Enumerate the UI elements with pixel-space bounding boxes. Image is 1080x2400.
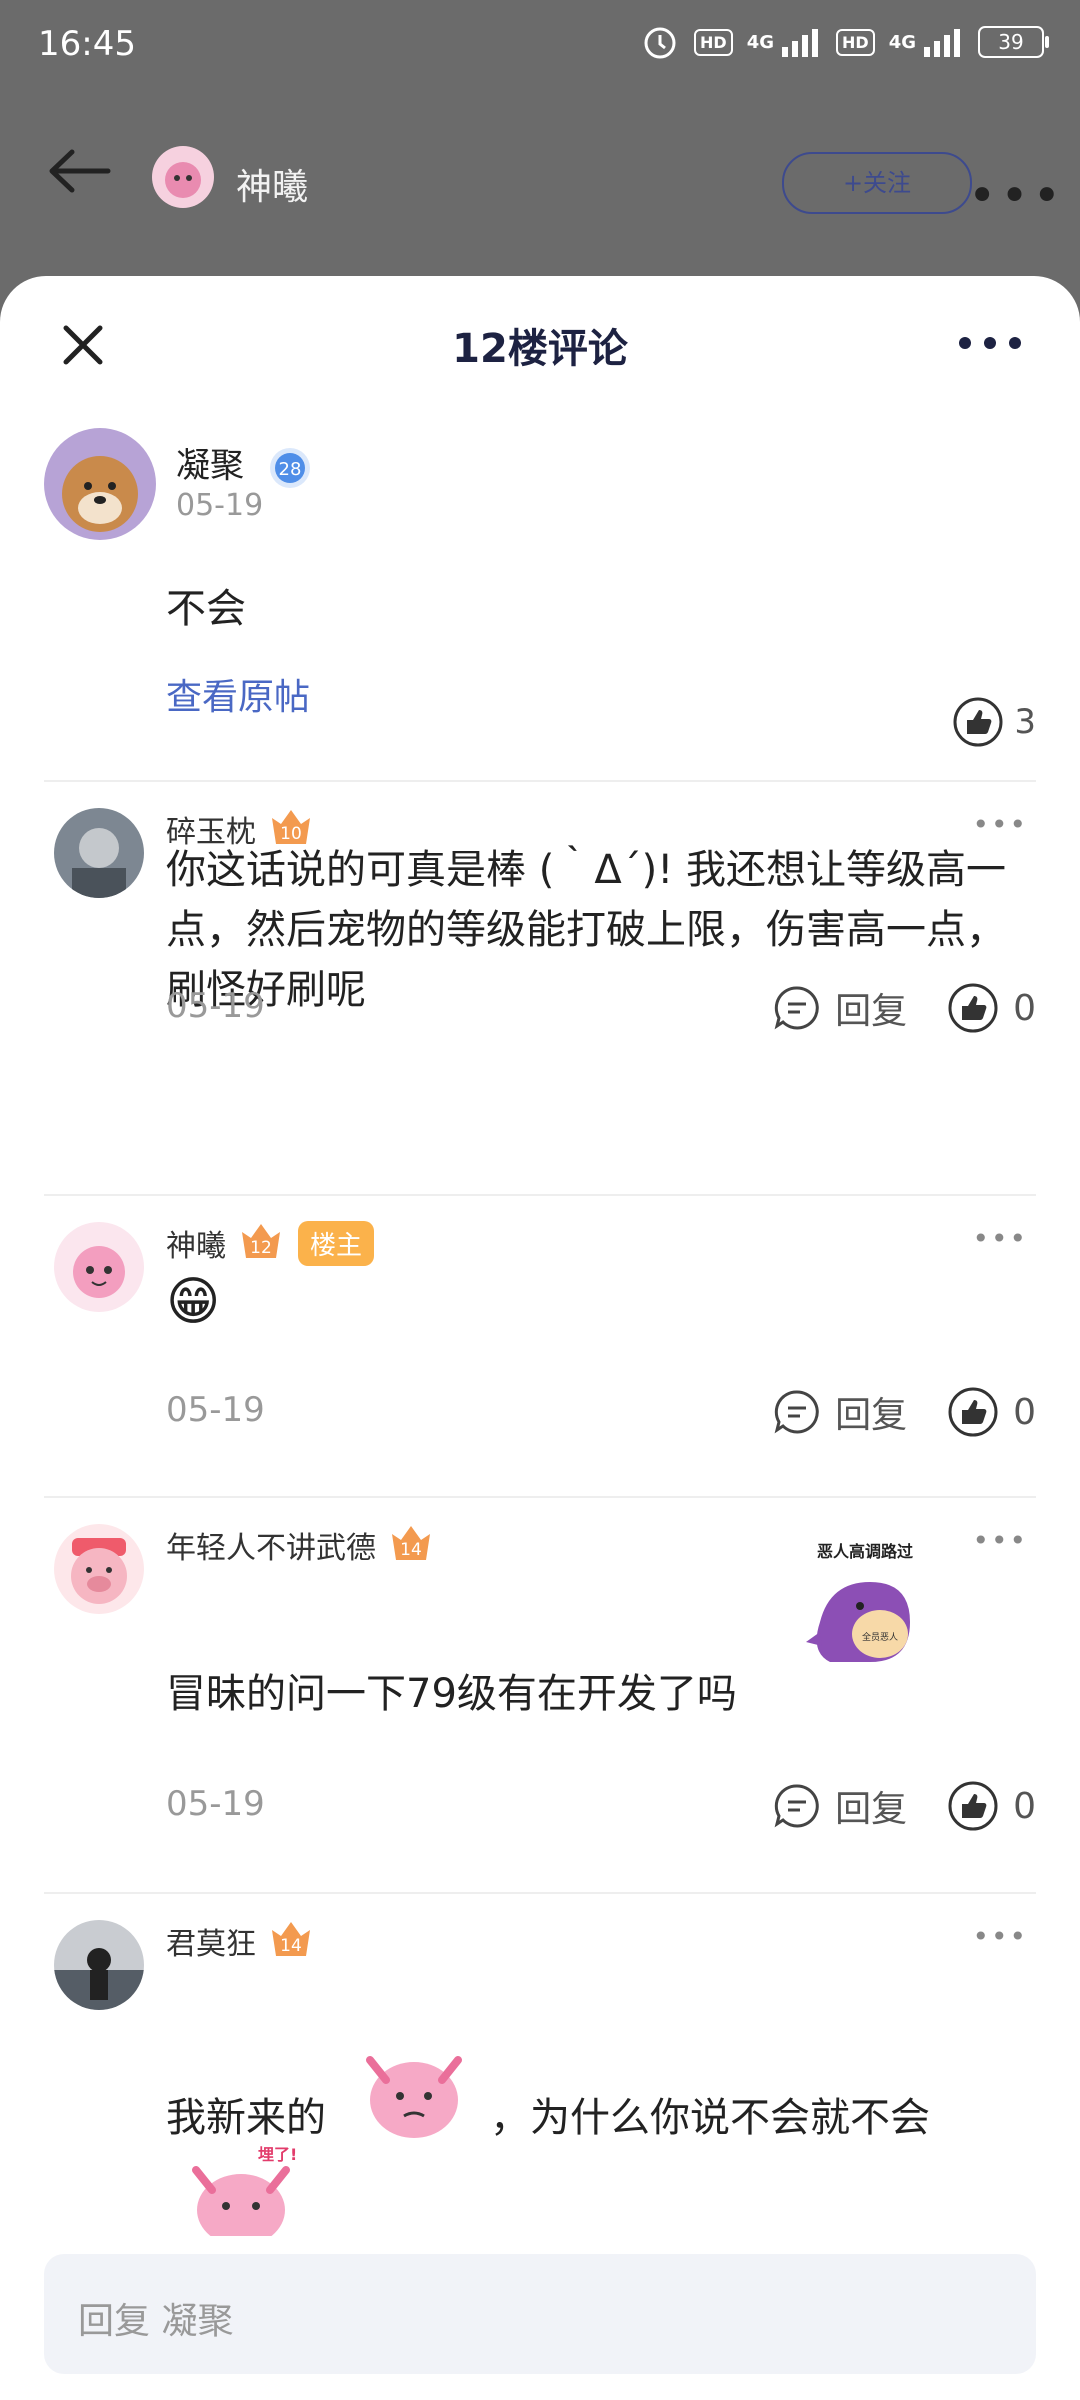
battery-icon: 39 [978, 26, 1049, 58]
sheet-title: 12楼评论 [452, 326, 628, 372]
avatar[interactable] [54, 1222, 144, 1312]
hd-icon-2: HD [836, 28, 875, 56]
reply-actions: 回复 0 [733, 1780, 1036, 1832]
user-name[interactable]: 年轻人不讲武德 14 [166, 1522, 434, 1568]
reply-item: 碎玉枕 10 ••• 你这话说的可真是棒 (｀Δ´)! 我还想让等级高一点，然后… [0, 782, 1080, 1048]
svg-text:14: 14 [400, 1540, 422, 1560]
svg-text:28: 28 [278, 459, 301, 480]
status-time: 16:45 [38, 24, 136, 64]
more-icon[interactable]: ••• [968, 168, 1065, 224]
reply-date: 05-19 [166, 1784, 265, 1824]
thumbs-up-icon [948, 983, 998, 1033]
reply-more-icon[interactable]: ••• [972, 1222, 1028, 1255]
reply-item: 神曦 12 楼主 ••• 😁 05-19 回复 0 [0, 1196, 1080, 1496]
comment-sheet: 12楼评论 凝聚 28 05-19 不会 查看原帖 3 碎玉枕 10 ••• 你… [0, 276, 1080, 2400]
thumbs-up-icon [953, 697, 1003, 747]
like-button[interactable]: 0 [947, 1386, 1036, 1438]
reply-text: 冒昧的问一下79级有在开发了吗 [166, 1671, 737, 1717]
reply-icon [774, 986, 819, 1030]
hd-icon: HD [694, 28, 733, 56]
thumbs-up-icon [948, 1387, 998, 1437]
level-badge-icon: 28 [267, 445, 313, 491]
reply-button[interactable]: 回复 [773, 1780, 907, 1832]
reply-date: 05-19 [166, 1390, 265, 1430]
avatar[interactable] [54, 1920, 144, 2010]
status-bar: 16:45 HD 4G HD 4G 39 [0, 0, 1080, 96]
alarm-icon [644, 27, 676, 59]
sheet-header: 12楼评论 [0, 276, 1080, 406]
level-badge-icon: 12 [238, 1220, 284, 1266]
main-comment: 凝聚 28 05-19 不会 查看原帖 3 [0, 406, 1080, 780]
axolotl-sticker-2: 埋了! [176, 2130, 306, 2246]
reply-emoji: 😁 [166, 1272, 221, 1332]
reply-icon [774, 1784, 819, 1828]
reply-actions: 回复 0 [733, 982, 1036, 1034]
reply-more-icon[interactable]: ••• [972, 1920, 1028, 1953]
avatar[interactable] [54, 808, 144, 898]
user-name[interactable]: 神曦 12 楼主 [166, 1220, 375, 1266]
signal-icon-2 [924, 29, 960, 57]
user-name[interactable]: 凝聚 28 [176, 438, 313, 491]
comment-date: 05-19 [176, 488, 264, 523]
reply-button[interactable]: 回复 [773, 1386, 907, 1438]
level-badge-icon: 14 [388, 1522, 434, 1568]
network-type-2: 4G [888, 31, 916, 53]
reply-button[interactable]: 回复 [773, 982, 907, 1034]
svg-text:14: 14 [280, 1936, 302, 1956]
signal-icon [782, 29, 819, 57]
svg-text:埋了!: 埋了! [258, 2145, 297, 2164]
author-avatar[interactable] [152, 146, 214, 208]
like-button[interactable]: 0 [947, 1780, 1036, 1832]
svg-text:全员恶人: 全员恶人 [862, 1631, 898, 1643]
dinosaur-sticker: 恶人高调路过 全员恶人 [800, 1538, 930, 1678]
level-badge-icon: 14 [268, 1918, 314, 1964]
status-icons: HD 4G HD 4G 39 [640, 22, 1049, 62]
op-badge: 楼主 [298, 1220, 375, 1266]
axolotl-sticker [366, 2056, 462, 2138]
user-name[interactable]: 君莫狂 14 [166, 1918, 314, 1964]
reply-input-placeholder: 回复 凝聚 [78, 2301, 234, 2342]
reply-item: 君莫狂 14 ••• 我新来的 ，为什么你说不会就不会 埋了! [0, 1894, 1080, 2274]
reply-more-icon[interactable]: ••• [972, 808, 1028, 841]
reply-input[interactable]: 回复 凝聚 [44, 2254, 1036, 2374]
like-button[interactable]: 3 [952, 696, 1036, 748]
svg-text:12: 12 [250, 1238, 272, 1258]
avatar[interactable] [54, 1524, 144, 1614]
reply-icon [774, 1390, 819, 1434]
reply-text: 我新来的 ，为什么你说不会就不会 [166, 2020, 1036, 2148]
post-header: 神曦 +关注 ••• [0, 96, 1080, 276]
reply-more-icon[interactable]: ••• [972, 1524, 1028, 1557]
avatar[interactable] [44, 428, 156, 540]
reply-date: 05-19 [166, 986, 265, 1026]
reply-item: 年轻人不讲武德 14 ••• 恶人高调路过 全员恶人 冒昧的问一下79级有在开发… [0, 1498, 1080, 1892]
reply-actions: 回复 0 [733, 1386, 1036, 1438]
back-arrow-icon[interactable] [44, 146, 114, 196]
comment-text: 不会 [166, 586, 246, 632]
network-type: 4G [746, 31, 775, 53]
follow-button[interactable]: +关注 [782, 152, 972, 214]
thumbs-up-icon [948, 1781, 998, 1831]
like-button[interactable]: 0 [947, 982, 1036, 1034]
author-name[interactable]: 神曦 [236, 158, 308, 210]
more-options-icon[interactable] [955, 328, 1025, 358]
view-original-post-link[interactable]: 查看原帖 [166, 668, 310, 720]
